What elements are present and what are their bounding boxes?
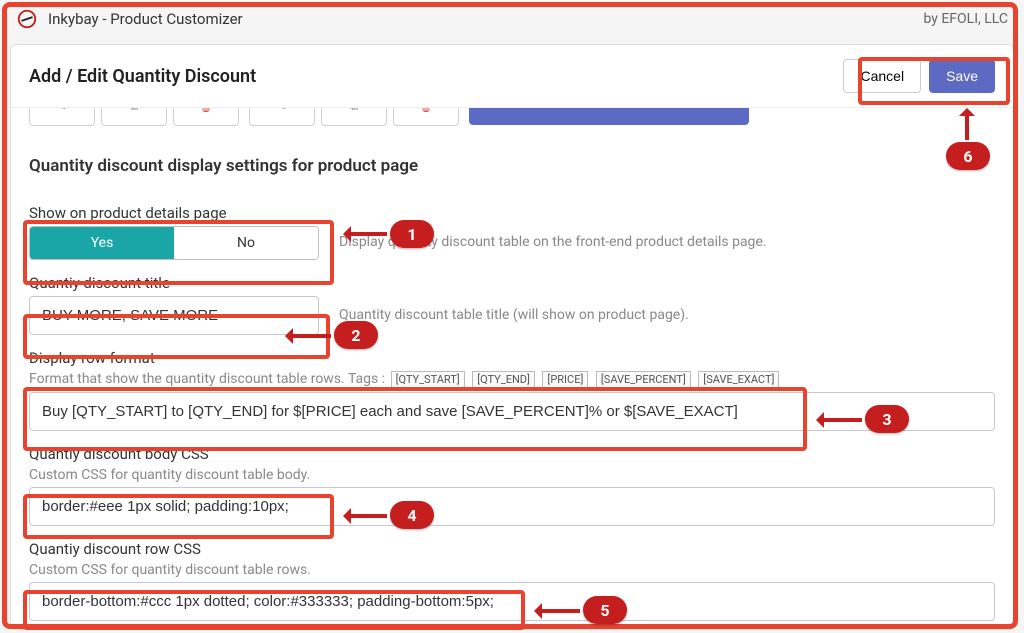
field-body-css: Quantiy discount body CSS Custom CSS for… xyxy=(29,445,995,526)
row-css-label: Quantiy discount row CSS xyxy=(29,540,995,558)
tag-save-percent: [SAVE_PERCENT] xyxy=(596,371,691,388)
app-title: Inkybay - Product Customizer xyxy=(48,10,923,28)
save-button[interactable]: Save xyxy=(929,59,995,93)
annotation-arrow-5 xyxy=(536,609,580,613)
panel-header: Add / Edit Quantity Discount Cancel Save xyxy=(11,45,1013,108)
app-logo-icon xyxy=(16,8,38,30)
main-panel: Add / Edit Quantity Discount Cancel Save… xyxy=(10,44,1014,630)
toggle-no[interactable]: No xyxy=(174,227,318,259)
body-css-label: Quantiy discount body CSS xyxy=(29,445,995,463)
annotation-arrow-3 xyxy=(818,418,862,422)
row-css-input[interactable] xyxy=(29,582,995,621)
toggle-yes[interactable]: Yes xyxy=(30,227,174,259)
annotation-arrow-4 xyxy=(345,514,387,518)
discount-title-label: Quantiy discount title xyxy=(29,274,995,292)
annotation-badge-5: 5 xyxy=(583,596,627,624)
tag-save-exact: [SAVE_EXACT] xyxy=(698,371,779,388)
app-header: Inkybay - Product Customizer by EFOLI, L… xyxy=(0,0,1024,38)
annotation-arrow-6 xyxy=(965,110,969,140)
show-on-page-label: Show on product details page xyxy=(29,204,995,222)
header-actions: Cancel Save xyxy=(843,59,995,93)
discount-title-help: Quantity discount table title (will show… xyxy=(339,306,689,326)
page-title: Add / Edit Quantity Discount xyxy=(29,66,843,87)
annotation-badge-4: 4 xyxy=(390,501,434,529)
row-format-input[interactable] xyxy=(29,392,995,431)
tag-price: [PRICE] xyxy=(542,371,588,388)
section-title: Quantity discount display settings for p… xyxy=(29,156,995,176)
body-css-help: Custom CSS for quantity discount table b… xyxy=(29,467,995,483)
annotation-badge-2: 2 xyxy=(334,321,378,349)
annotation-arrow-2 xyxy=(287,334,331,338)
field-show-on-page: Show on product details page Yes No Disp… xyxy=(29,204,995,260)
field-row-css: Quantiy discount row CSS Custom CSS for … xyxy=(29,540,995,621)
discount-title-input[interactable] xyxy=(29,296,319,335)
row-format-help: Format that show the quantity discount t… xyxy=(29,371,995,388)
row-format-help-prefix: Format that show the quantity discount t… xyxy=(29,371,385,387)
row-format-label: Display row format xyxy=(29,349,995,367)
show-on-page-toggle: Yes No xyxy=(29,226,319,260)
content-area: Quantity discount display settings for p… xyxy=(11,156,1013,621)
annotation-arrow-1 xyxy=(345,232,387,236)
annotation-badge-6: 6 xyxy=(946,142,990,170)
annotation-badge-3: 3 xyxy=(865,405,909,433)
tag-qty-end: [QTY_END] xyxy=(472,371,535,388)
row-css-help: Custom CSS for quantity discount table r… xyxy=(29,562,995,578)
app-author: by EFOLI, LLC xyxy=(923,11,1008,27)
annotation-badge-1: 1 xyxy=(390,220,434,248)
tag-qty-start: [QTY_START] xyxy=(391,371,465,388)
cancel-button[interactable]: Cancel xyxy=(843,59,921,93)
body-css-input[interactable] xyxy=(29,487,995,526)
field-discount-title: Quantiy discount title Quantity discount… xyxy=(29,274,995,335)
